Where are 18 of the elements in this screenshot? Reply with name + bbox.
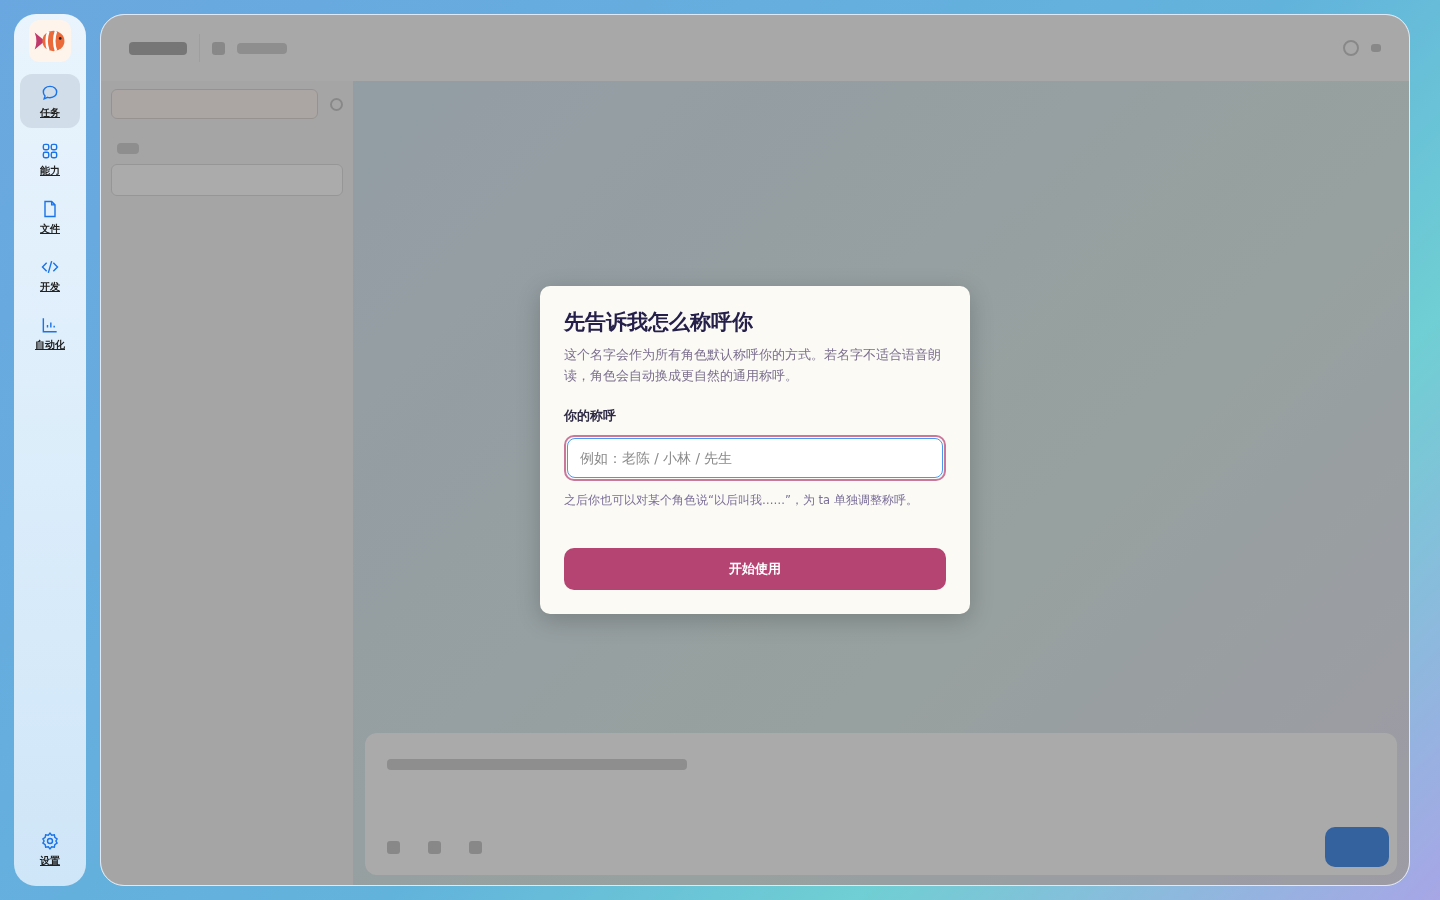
text-bar: [129, 41, 187, 55]
dialog-title: 先告诉我怎么称呼你: [564, 309, 754, 336]
dialog-description: 这个名字会作为所有角色默认称呼你的方式。若名字不适合语音朗读，角色会自动换成更自然的通用称呼。: [564, 346, 942, 385]
name-input-field[interactable]: 例如：老陈 / 小林 / 先生: [567, 438, 943, 478]
nav-item[interactable]: 开发: [20, 248, 80, 302]
nav-item[interactable]: 能力: [20, 132, 80, 186]
send-button[interactable]: [1325, 827, 1389, 867]
nav-item[interactable]: 自动化: [20, 306, 80, 360]
fish-logo-icon: [29, 20, 71, 62]
field-label: 你的称呼: [564, 408, 617, 425]
field-hint: 之后你也可以对某个角色说“以后叫我……”，为 ta 单独调整称呼。: [564, 493, 919, 508]
message-input-field[interactable]: [365, 733, 1397, 875]
settings-button[interactable]: 设置: [20, 822, 80, 876]
start-button[interactable]: 开始使用: [564, 548, 946, 590]
nav-item[interactable]: 任务: [20, 74, 80, 128]
settings-icon: [40, 830, 60, 851]
nav-item[interactable]: 文件: [20, 190, 80, 244]
text-bar: [237, 42, 287, 54]
